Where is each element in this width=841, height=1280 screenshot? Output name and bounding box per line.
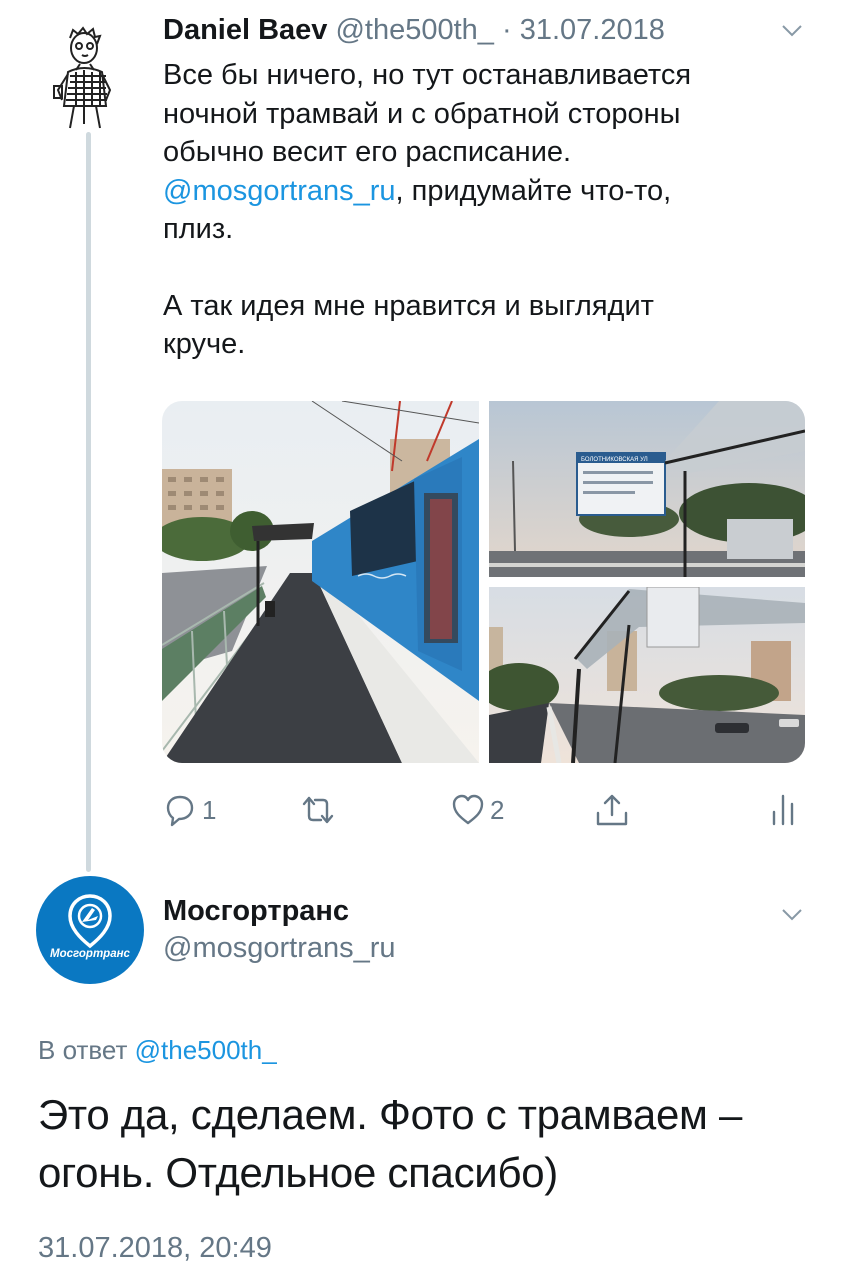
tweet-text: Это да, сделаем. Фото с трамваем – огонь…	[38, 1086, 818, 1202]
chevron-down-icon[interactable]	[781, 903, 803, 925]
analytics-button[interactable]	[766, 786, 802, 834]
mention-link[interactable]: @mosgortrans_ru	[163, 175, 396, 207]
reply-prefix: В ответ	[38, 1035, 128, 1065]
reply-context: В ответ @the500th_	[38, 1033, 277, 1067]
tweet-text-line: Все бы ничего, но тут останавливается	[163, 59, 692, 91]
tweet-text-line: ночной трамвай и с обратной стороны	[163, 97, 681, 130]
tweet-text-line: плиз.	[163, 213, 234, 245]
like-count: 2	[490, 794, 505, 825]
author-handle[interactable]: @the500th_	[335, 14, 493, 46]
photo-tram-platform[interactable]	[162, 401, 479, 763]
tweet-header: Daniel Baev @the500th_ · 31.07.2018	[163, 12, 665, 48]
stop-sign-label: БОЛОТНИКОВСКАЯ УЛ	[581, 457, 648, 463]
share-button[interactable]	[594, 786, 630, 834]
tweet-text-line: А так идея мне нравится и выглядит	[163, 289, 654, 322]
reply-button[interactable]: 1	[162, 786, 216, 834]
avatar[interactable]	[40, 24, 130, 130]
tweet-text-line: круче.	[163, 328, 246, 360]
tweet-date[interactable]: 31.07.2018	[520, 14, 665, 46]
tweet-text-line: @mosgortrans_ru, придумайте что-то,	[163, 172, 783, 211]
photo-stop-sign[interactable]: БОЛОТНИКОВСКАЯ УЛ	[489, 401, 805, 577]
author-handle[interactable]: @mosgortrans_ru	[163, 930, 396, 966]
chevron-down-icon[interactable]	[781, 19, 803, 41]
media-grid: БОЛОТНИКОВСКАЯ УЛ	[162, 401, 805, 763]
analytics-icon	[772, 794, 794, 826]
tweet-text-fragment: , придумайте что-то,	[395, 174, 672, 207]
retweet-button[interactable]	[300, 786, 336, 834]
tweet-text-line: огонь. Отдельное спасибо)	[38, 1149, 558, 1196]
reply-mention-link[interactable]: @the500th_	[135, 1035, 277, 1065]
reply-count: 1	[202, 794, 217, 825]
photo-tram-shelter[interactable]	[489, 587, 805, 763]
thread-connector-line	[86, 132, 91, 872]
like-button[interactable]: 2	[450, 786, 504, 834]
tweet-text-line: обычно весит его расписание.	[163, 136, 572, 168]
author-name[interactable]: Мосгортранс	[163, 893, 349, 929]
tweet-text-line: Это да, сделаем. Фото с трамваем –	[38, 1091, 743, 1138]
tweet-actions: 1 2	[162, 786, 812, 834]
share-icon	[596, 794, 628, 826]
author-name[interactable]: Daniel Baev	[163, 14, 327, 46]
tweet-timestamp[interactable]: 31.07.2018, 20:49	[38, 1230, 272, 1266]
avatar[interactable]: Мосгортранс	[36, 876, 144, 984]
tweet-text: Все бы ничего, но тут останавливается но…	[163, 56, 783, 364]
avatar-logo-label: Мосгортранс	[50, 948, 130, 960]
like-icon	[452, 794, 484, 825]
reply-icon	[166, 795, 194, 827]
separator-dot: ·	[493, 14, 520, 46]
retweet-icon	[302, 796, 334, 824]
